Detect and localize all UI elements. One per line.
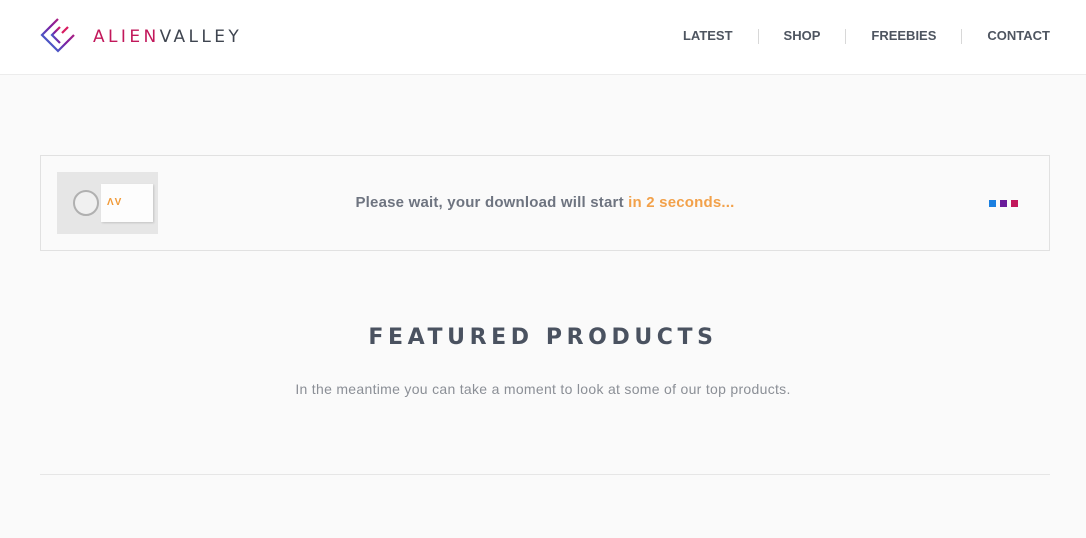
site-logo[interactable]: ALIENVALLEY (40, 18, 242, 56)
nav-shop[interactable]: SHOP (759, 27, 846, 45)
loading-indicator (989, 200, 1018, 207)
nav-freebies[interactable]: FREEBIES (846, 27, 961, 45)
nav-contact[interactable]: CONTACT (962, 27, 1050, 45)
section-divider (40, 474, 1050, 475)
wordmark-valley: VALLEY (159, 27, 243, 47)
wordmark-alien: ALIEN (93, 27, 160, 47)
site-wordmark: ALIENVALLEY (93, 27, 242, 47)
featured-products-title: FEATURED PRODUCTS (368, 325, 718, 350)
main-nav: LATEST SHOP FREEBIES CONTACT (658, 27, 1050, 45)
site-header: ALIENVALLEY LATEST SHOP FREEBIES CONTACT (0, 0, 1086, 75)
wait-countdown: in 2 seconds... (628, 194, 735, 211)
loader-dot (1000, 200, 1007, 207)
nav-latest[interactable]: LATEST (658, 27, 758, 45)
loader-dot (1011, 200, 1018, 207)
alienvalley-logo-icon (40, 18, 75, 53)
download-wait-message: Please wait, your download will start in… (41, 194, 1049, 211)
download-notice: ΛV Please wait, your download will start… (40, 155, 1050, 251)
featured-products-subtitle: In the meantime you can take a moment to… (295, 381, 791, 397)
loader-dot (989, 200, 996, 207)
wait-message-text: Please wait, your download will start (355, 194, 629, 211)
